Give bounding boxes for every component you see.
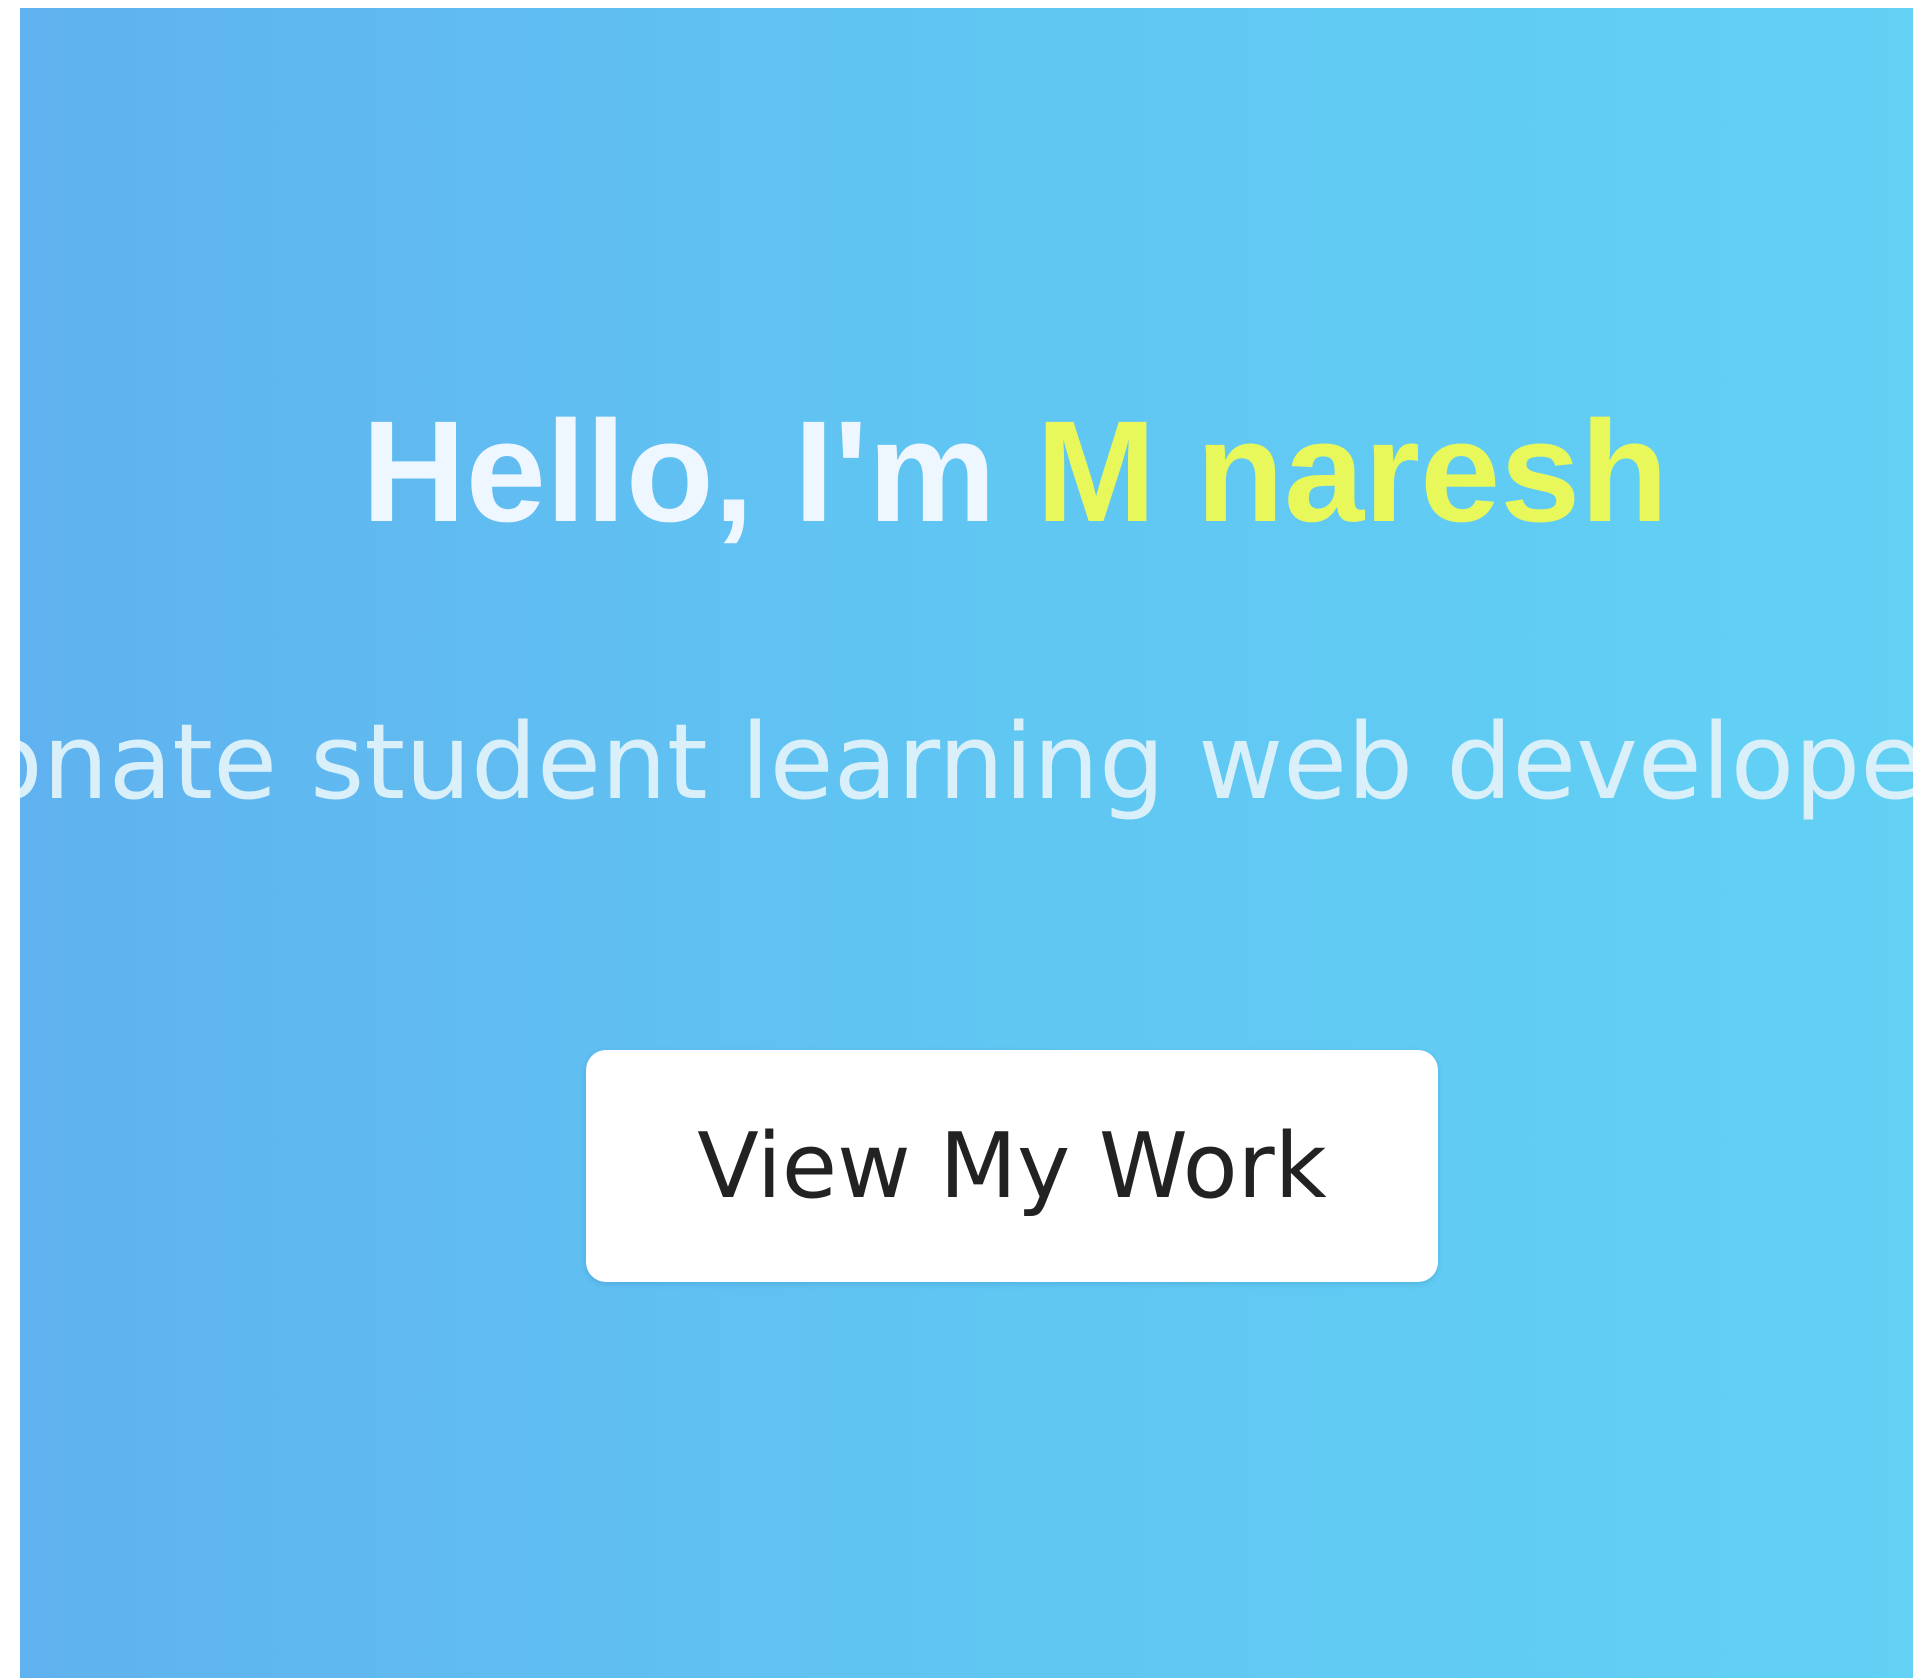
hero-tagline: Passionate student learning web develope… bbox=[20, 703, 1913, 823]
view-my-work-button[interactable]: View My Work bbox=[586, 1050, 1438, 1282]
greeting-text: Hello, I'm bbox=[361, 391, 997, 552]
highlighted-name: M naresh bbox=[1036, 391, 1669, 552]
hero-headline: Hello, I'm M naresh bbox=[20, 400, 1913, 544]
tagline-container: Passionate student learning web develope… bbox=[20, 703, 1913, 843]
hero-section: Hello, I'm M naresh Passionate student l… bbox=[20, 8, 1913, 1678]
